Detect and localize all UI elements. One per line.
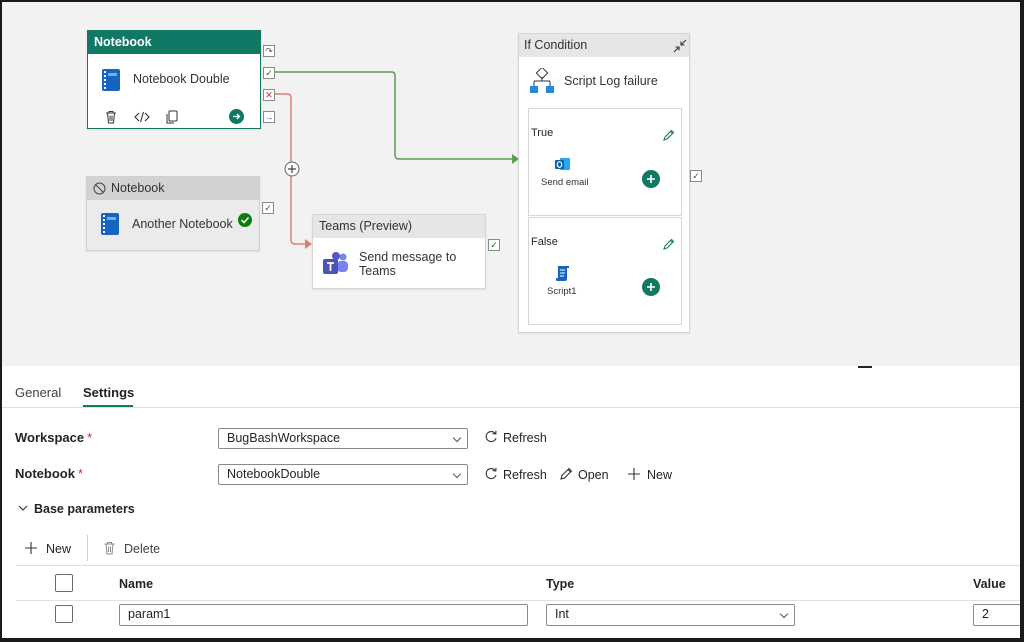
param-type-select[interactable]: Int (546, 604, 795, 626)
param-value-input[interactable]: 2 (973, 604, 1020, 626)
add-activity-icon[interactable] (642, 170, 660, 188)
select-all-checkbox[interactable] (55, 574, 73, 592)
add-parameter-button[interactable]: New (24, 541, 71, 556)
activity-name: Send message to Teams (359, 250, 457, 278)
branch-activity-name[interactable]: Send email (541, 177, 589, 188)
if-condition-icon (530, 68, 554, 93)
outlook-icon (555, 158, 570, 170)
activity-header: If Condition (519, 34, 689, 57)
refresh-icon (485, 467, 497, 480)
tab-divider (2, 407, 1020, 408)
activity-name: Script Log failure (564, 74, 658, 88)
script-icon (556, 266, 569, 281)
param-name-input[interactable]: param1 (119, 604, 528, 626)
edit-icon[interactable] (662, 129, 675, 142)
notebook-icon (101, 213, 119, 235)
failure-arrowhead (305, 239, 312, 249)
row-checkbox[interactable] (55, 605, 73, 623)
activity-header: Notebook (111, 181, 165, 195)
notebook-open-button[interactable]: Open (559, 467, 609, 482)
skip-port-icon[interactable]: ↷ (263, 45, 275, 57)
branch-activity-name[interactable]: Script1 (547, 286, 577, 297)
table-header-row: Name Type Value (16, 565, 1020, 601)
activity-header: Notebook (88, 31, 260, 54)
notebook-icon (102, 69, 120, 91)
toolbar-divider (87, 535, 88, 561)
plus-icon (628, 468, 640, 480)
chevron-down-icon (18, 505, 28, 511)
success-port-icon[interactable]: ✓ (262, 202, 274, 214)
column-header-type[interactable]: Type (546, 577, 574, 591)
teams-icon (323, 252, 348, 274)
table-row: param1 Int 2 (16, 601, 1020, 638)
notebook-label: Notebook * (15, 466, 84, 481)
chevron-down-icon (452, 469, 462, 479)
app-window: Notebook Notebook Double ↷ ✓ ✕ → Noteboo… (2, 2, 1020, 638)
delete-icon (104, 542, 115, 555)
activity-another-notebook[interactable]: Notebook Another Notebook (86, 176, 260, 251)
notebook-new-button[interactable]: New (627, 467, 672, 482)
column-header-name[interactable]: Name (119, 577, 153, 591)
parameters-table: Name Type Value param1 Int 2 (16, 565, 1020, 638)
code-icon[interactable] (134, 110, 150, 124)
activity-teams-message[interactable]: Teams (Preview) Send message to Teams (312, 214, 486, 289)
refresh-icon (485, 430, 497, 443)
branch-label: False (531, 236, 558, 248)
collapse-icon[interactable] (673, 39, 687, 53)
tab-settings[interactable]: Settings (83, 385, 134, 400)
failure-port-icon[interactable]: ✕ (263, 89, 275, 101)
activity-header: Teams (Preview) (313, 215, 485, 238)
success-connector (274, 71, 512, 160)
notebook-select[interactable]: NotebookDouble (218, 464, 468, 485)
panel-resize-handle[interactable] (858, 366, 872, 368)
completion-port-icon[interactable]: → (263, 111, 275, 123)
go-arrow-icon[interactable] (229, 109, 244, 124)
delete-icon[interactable] (104, 110, 118, 124)
edit-icon (560, 467, 573, 480)
workspace-label: Workspace * (15, 430, 93, 445)
copy-icon[interactable] (165, 110, 179, 124)
true-branch[interactable]: True Send email (528, 108, 682, 216)
success-port-icon[interactable]: ✓ (263, 67, 275, 79)
success-port-icon[interactable]: ✓ (690, 170, 702, 182)
chevron-down-icon (452, 433, 462, 443)
workspace-select[interactable]: BugBashWorkspace (218, 428, 468, 449)
delete-parameter-button[interactable]: Delete (103, 541, 160, 556)
tab-general[interactable]: General (15, 385, 61, 400)
activity-name: Another Notebook (132, 217, 233, 231)
add-activity-icon[interactable] (642, 278, 660, 296)
workspace-value: BugBashWorkspace (227, 431, 341, 445)
notebook-refresh-button[interactable]: Refresh (484, 467, 547, 482)
activity-name: Notebook Double (133, 72, 230, 86)
false-branch[interactable]: False Script1 (528, 217, 682, 325)
base-parameters-toggle[interactable]: Base parameters (18, 502, 135, 516)
chevron-down-icon (779, 609, 789, 619)
plus-icon (25, 542, 37, 554)
workspace-refresh-button[interactable]: Refresh (484, 430, 547, 445)
edit-icon[interactable] (662, 238, 675, 251)
activity-if-condition[interactable]: If Condition Script Log failure True Sen… (518, 33, 690, 333)
activity-notebook-double[interactable]: Notebook Notebook Double (87, 30, 261, 129)
deactivated-icon (93, 182, 106, 195)
column-header-value[interactable]: Value (973, 577, 1006, 591)
notebook-value: NotebookDouble (227, 467, 321, 481)
succeeded-status-icon (238, 213, 252, 227)
branch-label: True (531, 127, 554, 139)
pipeline-canvas[interactable]: Notebook Notebook Double ↷ ✓ ✕ → Noteboo… (2, 2, 1020, 366)
success-port-icon[interactable]: ✓ (488, 239, 500, 251)
